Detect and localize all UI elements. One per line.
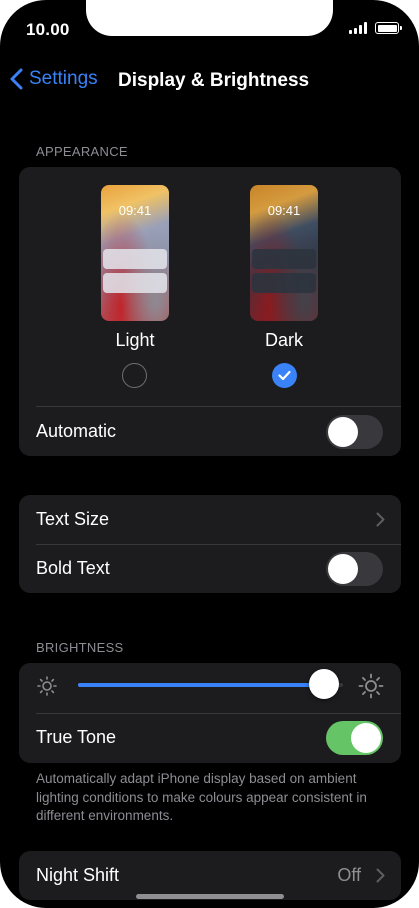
brightness-header: BRIGHTNESS [36, 640, 124, 655]
bold-text-label: Bold Text [36, 558, 110, 578]
home-indicator [136, 894, 284, 899]
text-size-row[interactable]: Text Size [19, 495, 401, 544]
light-mode-preview[interactable]: 09:41 [101, 185, 169, 321]
light-mode-radio[interactable] [122, 363, 147, 388]
true-tone-label: True Tone [36, 727, 117, 747]
sun-large-icon [358, 673, 384, 699]
brightness-slider-thumb[interactable] [309, 669, 340, 699]
phone-screen: 10.00 Settings Display & Brightness APPE… [0, 0, 419, 908]
appearance-header: APPEARANCE [36, 144, 128, 159]
chevron-right-icon [376, 512, 385, 527]
dark-preview-time: 09:41 [267, 203, 301, 218]
dark-mode-preview[interactable]: 09:41 [250, 185, 318, 321]
appearance-group: 09:41 09:41 Light Dark Automatic [19, 167, 401, 456]
page-title: Display & Brightness [118, 70, 310, 91]
night-shift-label: Night Shift [36, 865, 120, 885]
dark-preview-notification [252, 249, 316, 269]
cellular-signal-icon [349, 22, 367, 34]
bold-text-toggle[interactable] [326, 552, 383, 586]
night-shift-value: Off [337, 865, 361, 885]
true-tone-footnote: Automatically adapt iPhone display based… [36, 771, 367, 823]
status-time: 10.00 [26, 20, 70, 39]
light-mode-label: Light [115, 330, 155, 350]
text-size-label: Text Size [36, 509, 110, 529]
night-shift-group: Night Shift Off [19, 851, 401, 900]
true-tone-row: True Tone [19, 713, 401, 762]
automatic-row: Automatic [19, 407, 401, 456]
light-preview-notification [103, 273, 167, 293]
status-icons [349, 22, 402, 34]
navigation-bar: Settings Display & Brightness [0, 64, 419, 98]
text-group: Text Size Bold Text [19, 495, 401, 593]
dark-mode-radio[interactable] [272, 363, 297, 388]
brightness-slider-fill [78, 683, 325, 687]
light-preview-time: 09:41 [118, 203, 152, 218]
light-preview-notification [103, 249, 167, 269]
true-tone-toggle[interactable] [326, 721, 383, 755]
night-shift-row[interactable]: Night Shift Off [19, 851, 401, 900]
back-button[interactable]: Settings [10, 68, 98, 90]
automatic-toggle[interactable] [326, 415, 383, 449]
back-label: Settings [29, 68, 98, 89]
notch [86, 0, 333, 36]
checkmark-icon [278, 370, 291, 381]
dark-mode-label: Dark [264, 330, 303, 350]
battery-icon [375, 22, 402, 34]
sun-small-icon [37, 676, 57, 696]
brightness-slider[interactable] [78, 683, 343, 687]
dark-preview-notification [252, 273, 316, 293]
back-chevron-icon [10, 68, 23, 90]
brightness-group: True Tone [19, 663, 401, 763]
bold-text-row: Bold Text [19, 544, 401, 593]
automatic-label: Automatic [36, 421, 117, 441]
chevron-right-icon [376, 868, 385, 883]
